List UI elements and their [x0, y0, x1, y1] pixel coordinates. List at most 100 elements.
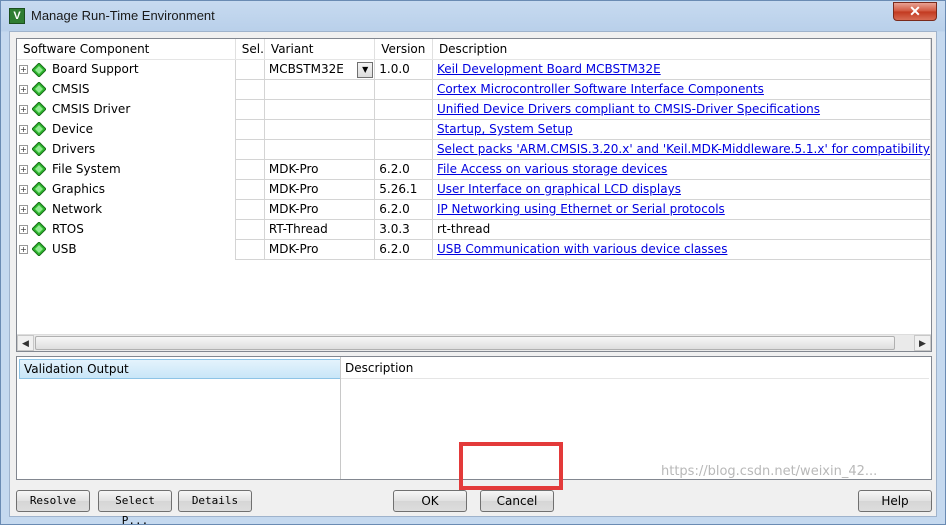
- component-cell[interactable]: + Drivers: [17, 139, 236, 159]
- description-link[interactable]: USB Communication with various device cl…: [437, 242, 728, 256]
- sel-cell[interactable]: [235, 179, 265, 200]
- description-cell: rt-thread: [432, 219, 932, 240]
- horizontal-scrollbar[interactable]: ◀ ▶: [17, 334, 931, 351]
- component-cell[interactable]: + Graphics: [17, 179, 236, 199]
- component-diamond-icon: [32, 202, 46, 217]
- expand-icon[interactable]: +: [19, 164, 28, 174]
- description-link[interactable]: Cortex Microcontroller Software Interfac…: [437, 82, 764, 96]
- description-link[interactable]: Select packs 'ARM.CMSIS.3.20.x' and 'Kei…: [437, 142, 930, 156]
- table-row[interactable]: + Graphics MDK-Pro 5.26.1 User Interface on …: [17, 179, 932, 200]
- header-software-component[interactable]: Software Component: [17, 39, 236, 60]
- expand-icon[interactable]: +: [19, 144, 28, 154]
- component-cell[interactable]: + Board Support: [17, 59, 236, 79]
- sel-cell[interactable]: [235, 99, 265, 120]
- dialog-window: V Manage Run-Time Environment ✕ Software…: [0, 0, 946, 525]
- header-description[interactable]: Description: [432, 39, 932, 60]
- description-link[interactable]: File Access on various storage devices: [437, 162, 667, 176]
- variant-cell[interactable]: MDK-Pro: [264, 239, 376, 260]
- scroll-left-icon[interactable]: ◀: [17, 335, 34, 351]
- sel-cell[interactable]: [235, 239, 265, 260]
- scroll-thumb[interactable]: [35, 336, 895, 350]
- component-cell[interactable]: + Network: [17, 199, 236, 219]
- sel-cell[interactable]: [235, 79, 265, 100]
- variant-cell: [264, 139, 376, 160]
- version-cell: [374, 79, 433, 100]
- expand-icon[interactable]: +: [19, 124, 28, 134]
- expand-icon[interactable]: +: [19, 184, 28, 194]
- help-button[interactable]: Help: [858, 490, 932, 512]
- description-cell[interactable]: User Interface on graphical LCD displays: [432, 179, 932, 200]
- table-row[interactable]: + CMSIS Driver Unified Device Drivers comp…: [17, 99, 932, 120]
- variant-cell[interactable]: MDK-Pro: [264, 199, 376, 220]
- description-link[interactable]: User Interface on graphical LCD displays: [437, 182, 681, 196]
- expand-icon[interactable]: +: [19, 244, 28, 254]
- resolve-button[interactable]: Resolve: [16, 490, 90, 512]
- cancel-button[interactable]: Cancel: [480, 490, 554, 512]
- description-cell[interactable]: Cortex Microcontroller Software Interfac…: [432, 79, 932, 100]
- variant-cell[interactable]: MCBSTM32E ▼: [264, 59, 376, 80]
- variant-cell[interactable]: RT-Thread: [264, 219, 376, 240]
- variant-cell: [264, 119, 376, 140]
- details-button[interactable]: Details: [178, 490, 252, 512]
- table-row[interactable]: + File System MDK-Pro 6.2.0 File Access on v…: [17, 159, 932, 180]
- component-cell[interactable]: + USB: [17, 239, 236, 259]
- scroll-right-icon[interactable]: ▶: [914, 335, 931, 351]
- description-text: rt-thread: [436, 222, 491, 236]
- close-button[interactable]: ✕: [893, 2, 937, 21]
- component-name: Board Support: [52, 62, 139, 76]
- description-link[interactable]: Startup, System Setup: [437, 122, 573, 136]
- description-cell[interactable]: USB Communication with various device cl…: [432, 239, 932, 260]
- expand-icon[interactable]: +: [19, 84, 28, 94]
- component-name: CMSIS Driver: [52, 101, 131, 116]
- table-row[interactable]: + Board Support MCBSTM32E ▼ 1.0.0 Keil Develo…: [17, 59, 932, 80]
- component-cell[interactable]: + File System: [17, 159, 236, 179]
- description-link[interactable]: Unified Device Drivers compliant to CMSI…: [437, 102, 820, 116]
- validation-output-header[interactable]: Validation Output: [19, 359, 341, 379]
- description-cell[interactable]: File Access on various storage devices: [432, 159, 932, 180]
- validation-description-header[interactable]: Description: [341, 359, 929, 379]
- component-diamond-icon: [32, 82, 46, 97]
- description-cell[interactable]: Startup, System Setup: [432, 119, 932, 140]
- ok-button[interactable]: OK: [393, 490, 467, 512]
- sel-cell[interactable]: [235, 119, 265, 140]
- chevron-down-icon[interactable]: ▼: [357, 61, 374, 78]
- sel-cell[interactable]: [235, 219, 265, 240]
- header-version[interactable]: Version: [374, 39, 433, 60]
- description-link[interactable]: IP Networking using Ethernet or Serial p…: [437, 202, 725, 216]
- title-bar[interactable]: V Manage Run-Time Environment ✕: [1, 1, 945, 31]
- expand-icon[interactable]: +: [19, 204, 28, 214]
- table-row[interactable]: + USB MDK-Pro 6.2.0 USB Communication with v…: [17, 239, 932, 260]
- component-cell[interactable]: + Device: [17, 119, 236, 139]
- component-diamond-icon: [32, 162, 46, 177]
- expand-icon[interactable]: +: [19, 104, 28, 114]
- table-row[interactable]: + RTOS RT-Thread 3.0.3 rt-thread: [17, 219, 932, 240]
- component-name: Drivers: [52, 141, 96, 156]
- description-cell[interactable]: Select packs 'ARM.CMSIS.3.20.x' and 'Kei…: [432, 139, 932, 160]
- component-cell[interactable]: + CMSIS Driver: [17, 99, 236, 119]
- table-row[interactable]: + Drivers Select packs 'ARM.CMSIS.3.20.x' …: [17, 139, 932, 160]
- sel-cell[interactable]: [235, 159, 265, 180]
- table-row[interactable]: + CMSIS Cortex Microcontroller Software In…: [17, 79, 932, 100]
- version-cell: 6.2.0: [374, 239, 433, 260]
- sel-cell[interactable]: [235, 139, 265, 160]
- description-cell[interactable]: IP Networking using Ethernet or Serial p…: [432, 199, 932, 220]
- sel-cell[interactable]: [235, 59, 265, 80]
- header-sel[interactable]: Sel.: [235, 39, 265, 60]
- table-row[interactable]: + Device Startup, System Setup: [17, 119, 932, 140]
- description-cell[interactable]: Unified Device Drivers compliant to CMSI…: [432, 99, 932, 120]
- variant-cell: [264, 99, 376, 120]
- expand-icon[interactable]: +: [19, 65, 28, 74]
- description-cell[interactable]: Keil Development Board MCBSTM32E: [432, 59, 932, 80]
- header-variant[interactable]: Variant: [264, 39, 376, 60]
- table-row[interactable]: + Network MDK-Pro 6.2.0 IP Networking using …: [17, 199, 932, 220]
- component-cell[interactable]: + CMSIS: [17, 79, 236, 99]
- variant-cell[interactable]: MDK-Pro: [264, 159, 376, 180]
- component-cell[interactable]: + RTOS: [17, 219, 236, 239]
- variant-cell[interactable]: MDK-Pro: [264, 179, 376, 200]
- sel-cell[interactable]: [235, 199, 265, 220]
- description-link[interactable]: Keil Development Board MCBSTM32E: [437, 62, 661, 76]
- select-packs-button[interactable]: Select P...: [98, 490, 172, 525]
- component-diamond-icon: [32, 142, 46, 157]
- variant-value: MDK-Pro: [268, 242, 319, 256]
- expand-icon[interactable]: +: [19, 224, 28, 234]
